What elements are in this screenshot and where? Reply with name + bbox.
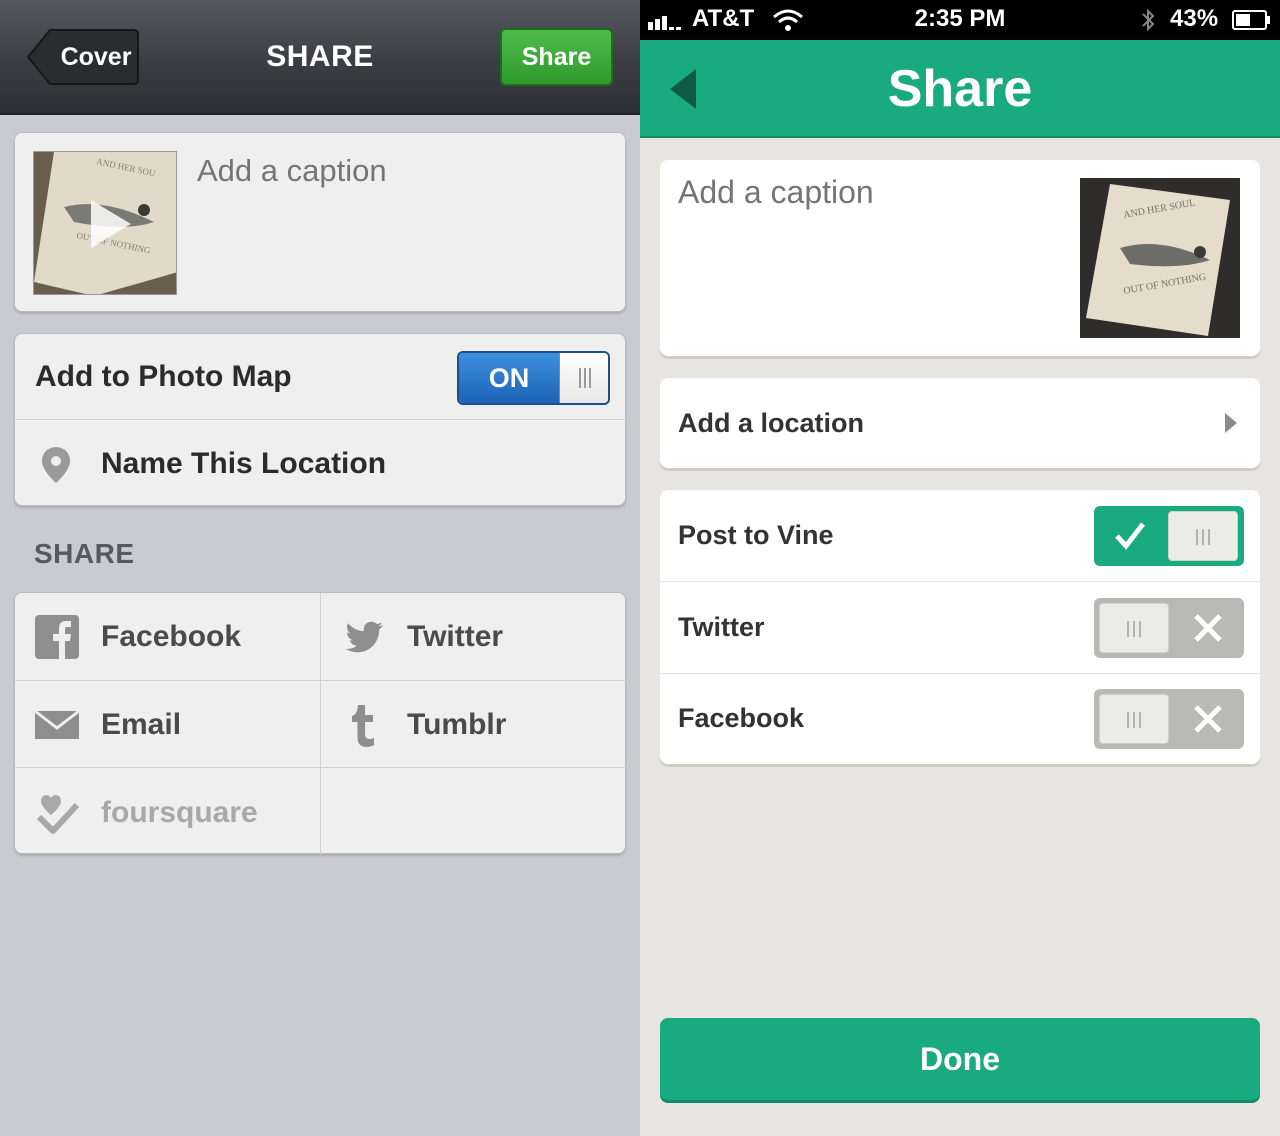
done-button[interactable]: Done (660, 1018, 1260, 1100)
foursquare-icon (36, 795, 80, 834)
twitter-label: Twitter (407, 620, 504, 653)
map-pin-icon (42, 447, 70, 483)
post-to-vine-row: Post to Vine (660, 490, 1260, 581)
vine-share-screen: AT&T 2:35 PM 43% Share Add a caption AND… (640, 0, 1280, 1136)
bluetooth-icon (1142, 8, 1155, 32)
cover-back-label: Cover (60, 43, 132, 71)
twitter-toggle[interactable] (1094, 598, 1244, 658)
instagram-share-screen: Cover SHARE Share AND HER SOU OUT OF NOT… (0, 0, 640, 1136)
share-toggles-card: Post to Vine Twitter Facebook (660, 490, 1260, 764)
share-button[interactable]: Share (500, 28, 613, 86)
close-icon (1194, 705, 1222, 733)
foursquare-label: foursquare (101, 796, 258, 829)
book-cover-image: AND HER SOU OUT OF NOTHING (34, 152, 176, 294)
twitter-label: Twitter (678, 612, 765, 642)
vine-nav-bar: Share (640, 40, 1280, 138)
facebook-label: Facebook (678, 703, 805, 733)
share-services-grid: Facebook Twitter Email Tumblr foursquare (14, 592, 627, 856)
facebook-label: Facebook (101, 620, 242, 653)
book-cover-image: AND HER SOUL OUT OF NOTHING (1080, 178, 1240, 338)
share-facebook-button[interactable]: Facebook (15, 593, 320, 680)
instagram-nav-bar: Cover SHARE Share (0, 0, 640, 115)
toggle-on-label: ON (459, 353, 559, 403)
name-location-row[interactable]: Name This Location (15, 421, 627, 507)
post-to-vine-toggle[interactable] (1094, 506, 1244, 566)
battery-icon (1232, 10, 1270, 30)
video-thumbnail: AND HER SOUL OUT OF NOTHING (1080, 178, 1240, 338)
caption-input[interactable] (678, 174, 1058, 211)
photo-map-card: Add to Photo Map ON Name This Location (14, 333, 627, 507)
facebook-row: Facebook (660, 673, 1260, 764)
email-icon (34, 709, 80, 739)
checkmark-icon (1115, 522, 1145, 550)
cover-back-button[interactable]: Cover (26, 28, 140, 86)
share-tumblr-button[interactable]: Tumblr (321, 681, 626, 768)
tumblr-label: Tumblr (407, 708, 507, 741)
caption-card: AND HER SOU OUT OF NOTHING (14, 132, 626, 312)
photo-map-label: Add to Photo Map (35, 360, 292, 393)
tumblr-icon (352, 705, 374, 747)
post-to-vine-label: Post to Vine (678, 520, 834, 550)
chevron-right-icon (1225, 413, 1237, 433)
share-section-title: SHARE (34, 538, 135, 569)
back-arrow-icon[interactable] (668, 67, 698, 111)
close-icon (1194, 614, 1222, 642)
caption-card: AND HER SOUL OUT OF NOTHING (660, 160, 1260, 356)
twitter-icon (345, 621, 383, 653)
facebook-toggle[interactable] (1094, 689, 1244, 749)
video-thumbnail[interactable]: AND HER SOU OUT OF NOTHING (33, 151, 177, 295)
photo-map-row: Add to Photo Map ON (15, 334, 627, 420)
email-label: Email (101, 708, 182, 741)
toggle-knob (1099, 603, 1169, 653)
share-twitter-button[interactable]: Twitter (321, 593, 626, 680)
share-foursquare-button[interactable]: foursquare (15, 769, 320, 856)
share-email-button[interactable]: Email (15, 681, 320, 768)
page-title: Share (887, 60, 1033, 118)
facebook-icon (35, 615, 79, 659)
toggle-knob (1099, 694, 1169, 744)
twitter-row: Twitter (660, 582, 1260, 673)
photo-map-toggle[interactable]: ON (457, 351, 610, 405)
add-location-row[interactable]: Add a location (660, 378, 1260, 468)
page-title: SHARE (266, 40, 374, 73)
toggle-knob (1168, 511, 1238, 561)
caption-input[interactable] (197, 153, 607, 189)
add-location-label: Add a location (678, 408, 865, 438)
status-bar: AT&T 2:35 PM 43% (640, 0, 1280, 40)
toggle-knob (559, 353, 608, 403)
name-location-label: Name This Location (101, 447, 387, 480)
battery-percent: 43% (1170, 5, 1219, 32)
